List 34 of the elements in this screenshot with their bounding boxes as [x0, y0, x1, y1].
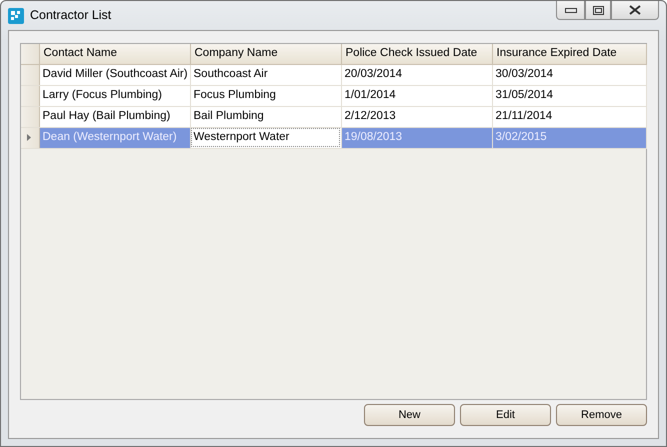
row-header[interactable] [21, 127, 39, 148]
table-cell: Westernport Water [190, 127, 341, 148]
table-cell: 3/02/2015 [492, 127, 646, 148]
table-cell: 30/03/2014 [492, 64, 646, 85]
table-cell: Focus Plumbing [190, 85, 341, 106]
table-cell: Dean (Westernport Water) [39, 127, 190, 148]
table-cell: Bail Plumbing [190, 106, 341, 127]
current-row-icon [27, 134, 31, 141]
maximize-button[interactable] [585, 1, 611, 20]
column-header[interactable]: Insurance Expired Date [492, 44, 646, 64]
minimize-button[interactable] [556, 1, 585, 20]
row-header-corner [21, 44, 39, 64]
table-cell: 20/03/2014 [341, 64, 492, 85]
table-cell: 2/12/2013 [341, 106, 492, 127]
app-icon [8, 8, 24, 24]
minimize-icon [564, 7, 576, 13]
column-header[interactable]: Company Name [190, 44, 341, 64]
window-title: Contractor List [30, 7, 112, 24]
column-header[interactable]: Police Check Issued Date [341, 44, 492, 64]
close-button[interactable] [611, 1, 659, 20]
table-cell: 31/05/2014 [492, 85, 646, 106]
close-icon [629, 5, 641, 15]
table-cell: Larry (Focus Plumbing) [39, 85, 190, 106]
action-button[interactable]: Remove [556, 404, 647, 426]
table-cell: 21/11/2014 [492, 106, 646, 127]
action-button[interactable]: New [364, 404, 455, 426]
table-cell: Southcoast Air [190, 64, 341, 85]
table-cell: 19/08/2013 [341, 127, 492, 148]
table-cell: Paul Hay (Bail Plumbing) [39, 106, 190, 127]
column-header[interactable]: Contact Name [39, 44, 190, 64]
maximize-icon [592, 6, 604, 14]
table-cell: 1/01/2014 [341, 85, 492, 106]
action-button[interactable]: Edit [460, 404, 551, 426]
table-cell: David Miller (Southcoast Air) [39, 64, 190, 85]
